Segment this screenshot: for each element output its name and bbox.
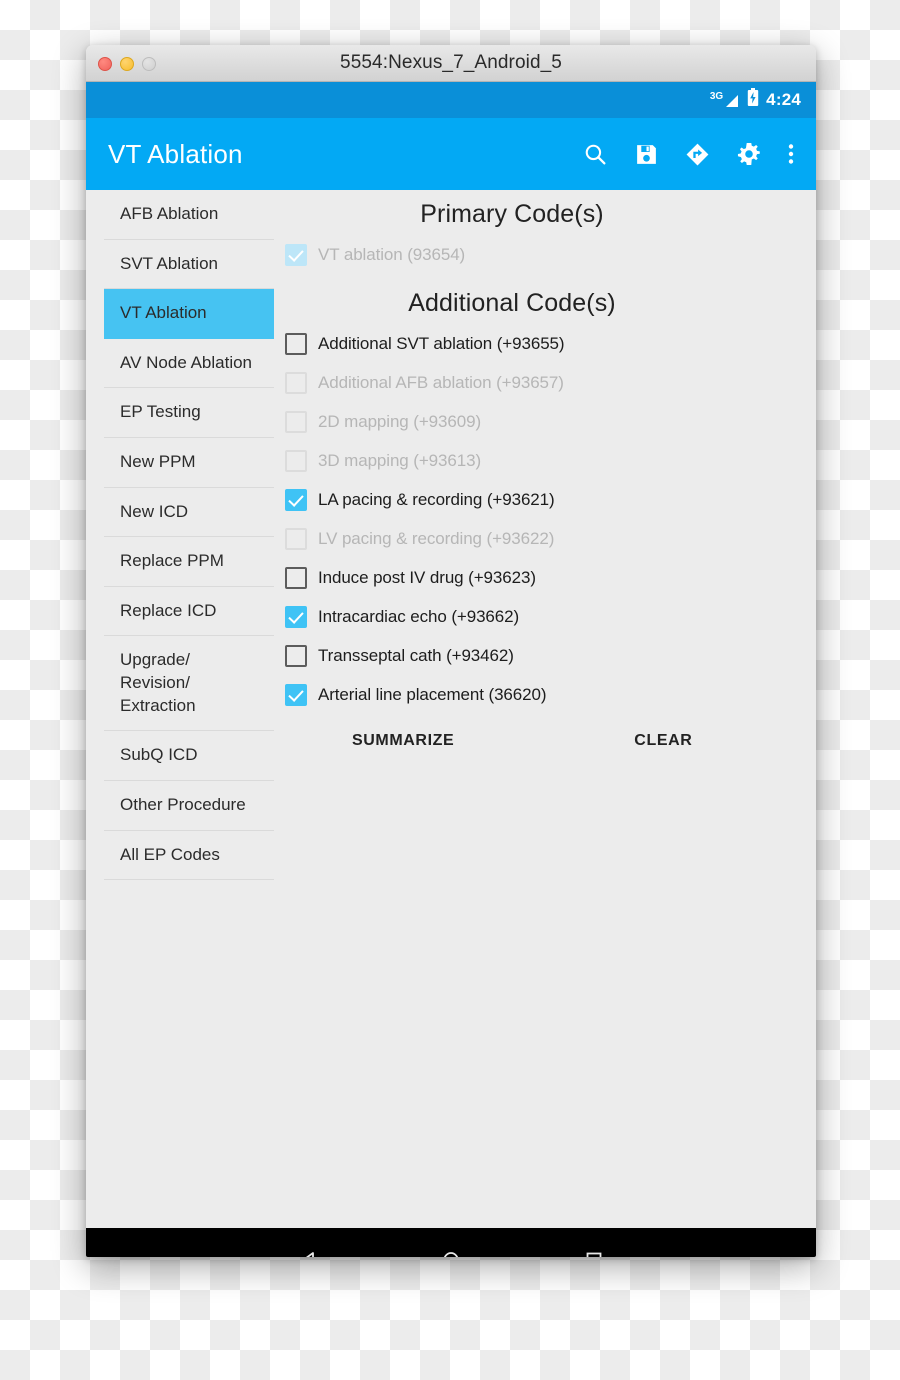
- app-bar-actions: [583, 141, 798, 167]
- checkbox-icon[interactable]: [285, 488, 307, 511]
- app-bar-title: VT Ablation: [108, 138, 243, 169]
- code-label: LA pacing & recording (+93621): [318, 489, 555, 509]
- code-label: Arterial line placement (36620): [318, 684, 547, 704]
- overflow-menu-icon[interactable]: [788, 142, 794, 166]
- signal-strength-icon: 3G: [709, 90, 740, 109]
- zoom-window-button[interactable]: [142, 56, 156, 71]
- sidebar-item-replace-ppm[interactable]: Replace PPM: [104, 537, 274, 587]
- additional-codes-title: Additional Code(s): [408, 289, 616, 317]
- app-body: AFB Ablation SVT Ablation VT Ablation AV No…: [86, 190, 816, 1228]
- primary-codes-title: Primary Code(s): [420, 200, 604, 228]
- sidebar-item-afb-ablation[interactable]: AFB Ablation: [104, 190, 274, 240]
- back-button[interactable]: [278, 1228, 338, 1257]
- recents-button[interactable]: [564, 1228, 624, 1257]
- sidebar-item-new-icd[interactable]: New ICD: [104, 488, 274, 538]
- sidebar-item-new-ppm[interactable]: New PPM: [104, 438, 274, 488]
- clear-button[interactable]: CLEAR: [634, 732, 692, 750]
- checkbox-icon[interactable]: [285, 566, 307, 589]
- sidebar-item-av-node-ablation[interactable]: AV Node Ablation: [104, 339, 274, 389]
- window-title: 5554:Nexus_7_Android_5: [340, 52, 562, 73]
- sidebar-item-other-procedure[interactable]: Other Procedure: [104, 781, 274, 831]
- code-row: 3D mapping (+93613): [284, 441, 800, 480]
- checkbox-icon: [285, 449, 307, 472]
- emulator-window: 5554:Nexus_7_Android_5 3G 4:24 VT Ablati…: [86, 45, 816, 1257]
- code-label: VT ablation (93654): [318, 244, 466, 264]
- procedure-sidebar: AFB Ablation SVT Ablation VT Ablation AV No…: [86, 190, 274, 1228]
- traffic-light-buttons: [98, 45, 156, 82]
- code-row: 2D mapping (+93609): [284, 402, 800, 441]
- code-row[interactable]: Intracardiac echo (+93662): [284, 597, 800, 636]
- checkbox-icon: [285, 527, 307, 550]
- search-icon[interactable]: [583, 142, 608, 167]
- sidebar-item-upgrade-revision-extraction[interactable]: Upgrade/ Revision/ Extraction: [104, 636, 274, 732]
- code-row[interactable]: Transseptal cath (+93462): [284, 636, 800, 675]
- sidebar-item-replace-icd[interactable]: Replace ICD: [104, 587, 274, 637]
- summarize-button[interactable]: SUMMARIZE: [352, 732, 454, 750]
- checkbox-icon[interactable]: [285, 605, 307, 628]
- checkbox-icon: [285, 410, 307, 433]
- checkbox-icon[interactable]: [285, 332, 307, 355]
- close-window-button[interactable]: [98, 56, 112, 71]
- home-button[interactable]: [421, 1228, 481, 1257]
- checkbox-icon: [285, 371, 307, 394]
- app-bar: VT Ablation: [86, 118, 816, 190]
- directions-icon[interactable]: [685, 142, 710, 167]
- code-row: LV pacing & recording (+93622): [284, 519, 800, 558]
- sidebar-item-ep-testing[interactable]: EP Testing: [104, 388, 274, 439]
- sidebar-item-vt-ablation[interactable]: VT Ablation: [104, 289, 274, 339]
- action-row: SUMMARIZE CLEAR: [284, 714, 800, 750]
- android-status-bar: 3G 4:24: [86, 82, 816, 118]
- sidebar-item-svt-ablation[interactable]: SVT Ablation: [104, 240, 274, 290]
- checkbox-icon[interactable]: [285, 683, 307, 706]
- code-label: Transseptal cath (+93462): [318, 645, 514, 665]
- android-navigation-bar: [86, 1228, 816, 1257]
- code-label: Additional AFB ablation (+93657): [318, 372, 564, 392]
- sidebar-item-subq-icd[interactable]: SubQ ICD: [104, 731, 274, 781]
- code-label: 2D mapping (+93609): [318, 411, 482, 431]
- code-label: Intracardiac echo (+93662): [318, 606, 520, 626]
- code-label: Additional SVT ablation (+93655): [318, 333, 565, 353]
- code-row: Additional AFB ablation (+93657): [284, 363, 800, 402]
- checkbox-icon: [285, 243, 307, 266]
- battery-charging-icon: [747, 88, 759, 112]
- code-row: VT ablation (93654): [284, 235, 800, 274]
- code-row[interactable]: LA pacing & recording (+93621): [284, 480, 800, 519]
- code-row[interactable]: Induce post IV drug (+93623): [284, 558, 800, 597]
- code-row[interactable]: Arterial line placement (36620): [284, 675, 800, 714]
- checkbox-icon[interactable]: [285, 644, 307, 667]
- code-label: LV pacing & recording (+93622): [318, 528, 555, 548]
- sidebar-item-all-ep-codes[interactable]: All EP Codes: [104, 831, 274, 881]
- window-title-bar: 5554:Nexus_7_Android_5: [86, 45, 816, 82]
- additional-codes-list: Additional SVT ablation (+93655) Addition…: [284, 324, 800, 714]
- minimize-window-button[interactable]: [120, 56, 134, 71]
- code-label: 3D mapping (+93613): [318, 450, 482, 470]
- save-icon[interactable]: [634, 142, 659, 167]
- network-type-label: 3G: [709, 90, 724, 102]
- settings-gear-icon[interactable]: [736, 141, 762, 167]
- codes-content: Primary Code(s) VT ablation (93654) Addi…: [274, 190, 816, 1228]
- primary-codes-list: VT ablation (93654): [284, 235, 800, 274]
- code-label: Induce post IV drug (+93623): [318, 567, 536, 587]
- status-bar-clock: 4:24: [766, 90, 801, 109]
- code-row[interactable]: Additional SVT ablation (+93655): [284, 324, 800, 363]
